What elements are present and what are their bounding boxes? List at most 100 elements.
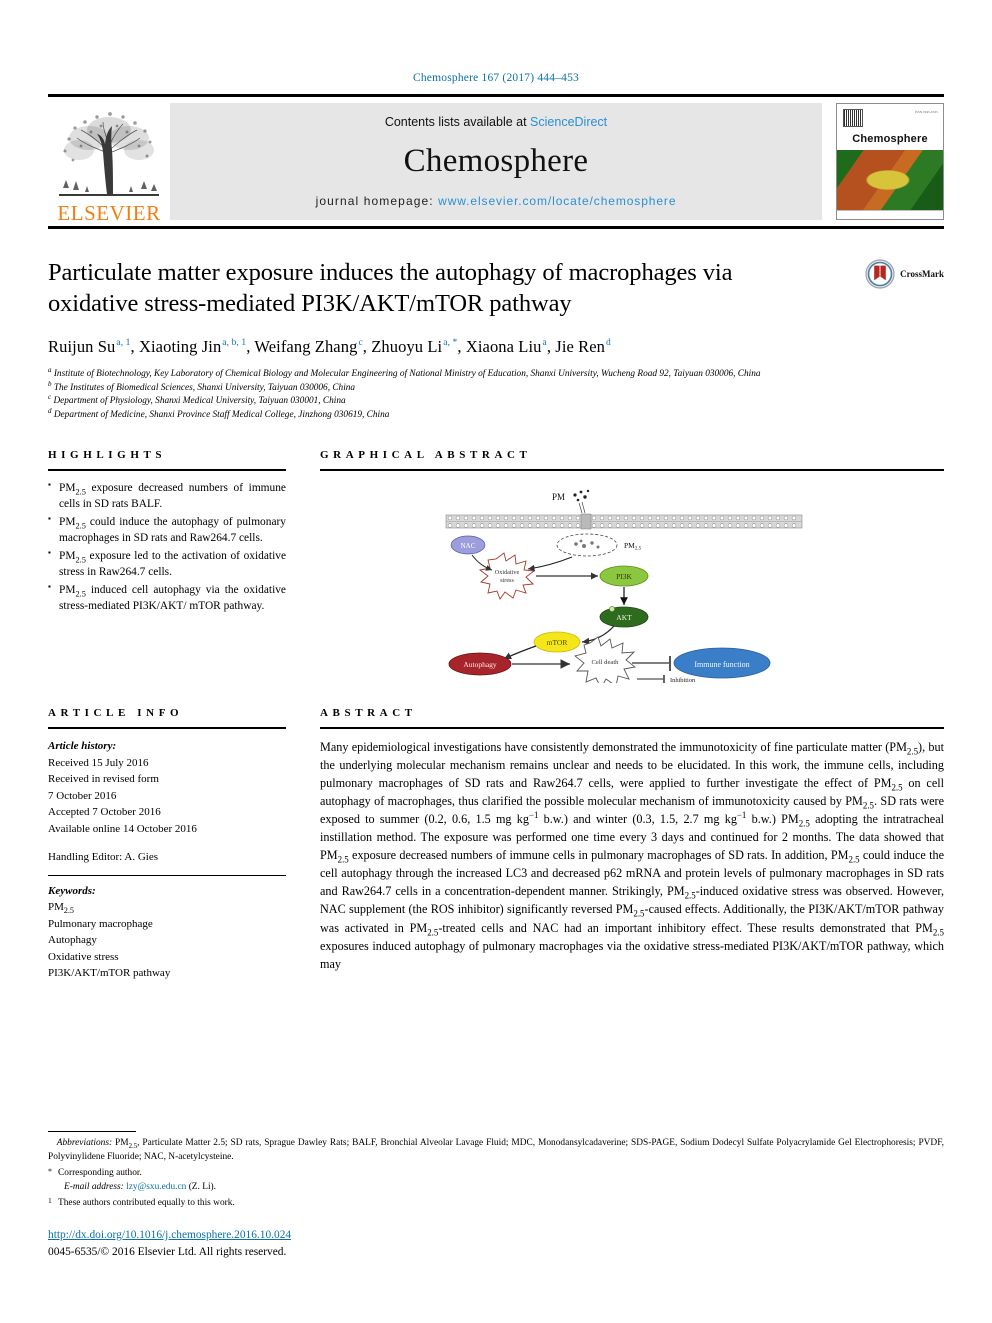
author-marks: a, b, 1 [222,338,247,349]
author-entry: Ruijun Sua, 1 [48,337,131,356]
handling-editor: Handling Editor: A. Gies [48,851,158,864]
cover-bottom-area [837,209,943,219]
email-link[interactable]: lzy@sxu.edu.cn [126,1182,186,1192]
cover-issn-text: ISSN 0045-6535 [914,110,938,114]
author-marks: c [358,338,363,349]
email-label: E-mail address: [64,1182,124,1193]
article-history-label: Article history: [48,740,117,753]
article-info-heading: ARTICLE INFO [48,707,184,720]
crossmark-badge[interactable]: CrossMark [865,259,944,289]
affiliation-item: d Department of Medicine, Shanxi Provinc… [48,406,824,422]
graphical-abstract-figure: PM NAC PM2.5 Oxidative stress PI3K AKT m… [320,480,944,685]
pm25-to-oxidative-arrow [527,556,573,571]
page-title: Particulate matter exposure induces the … [48,259,733,318]
affiliation-item: b The Institutes of Biomedical Sciences,… [48,379,824,395]
affiliation-mark: a [48,366,52,375]
sciencedirect-link[interactable]: ScienceDirect [530,115,607,129]
crossmark-label: CrossMark [900,269,944,279]
corresponding-marker: * [48,1167,52,1177]
article-history-block: Article history: Received 15 July 2016 R… [48,738,286,866]
elsevier-wordmark: ELSEVIER [57,201,161,225]
author-entry: Xiaona Liua [466,337,547,356]
contents-prefix: Contents lists available at [384,115,531,129]
author-marks: a, * [443,338,458,349]
graphical-abstract-heading: GRAPHICAL ABSTRACT [320,449,532,462]
keywords-block: Keywords: PM2.5 Pulmonary macrophage Aut… [48,883,286,982]
pm-particles-icon [573,489,590,501]
abbreviations-label: Abbreviations: [56,1138,113,1149]
author-name: Xiaona Liu [465,336,542,356]
doi-copyright-block: http://dx.doi.org/10.1016/j.chemosphere.… [48,1227,291,1261]
corresponding-text: Corresponding author. [58,1168,142,1179]
mtor-to-autophagy-arrow [503,644,537,660]
equal-contribution-footnote: 1 These authors contributed equally to th… [48,1196,944,1211]
affiliation-list: a Institute of Biotechnology, Key Labora… [48,366,824,422]
journal-title: Chemosphere [403,143,589,179]
journal-homepage-link[interactable]: www.elsevier.com/locate/chemosphere [438,194,676,208]
running-head: Chemosphere 167 (2017) 444–453 [412,72,580,84]
masthead-center-panel: Contents lists available at ScienceDirec… [170,103,822,220]
title-block: Particulate matter exposure induces the … [48,257,944,422]
homepage-prefix: journal homepage: [315,194,439,208]
info-abstract-row: ARTICLE INFO Article history: Received 1… [48,707,944,982]
author-name: Jie Ren [555,336,606,356]
author-entry: Jie Rend [555,337,611,356]
oxidative-stress-label: Oxidative [495,569,520,576]
autophagy-label: Autophagy [463,660,497,669]
equal-marker: 1 [48,1196,52,1206]
akt-label: AKT [616,613,632,622]
cover-barcode-icon [843,109,863,127]
article-info-divider [48,727,286,730]
affiliation-item: a Institute of Biotechnology, Key Labora… [48,366,824,381]
affiliation-mark: d [48,406,52,415]
keyword-item: Pulmonary macrophage [48,917,153,930]
legend-inhibition-label: Inhibition [670,677,696,683]
history-item: Accepted 7 October 2016 [48,806,161,819]
journal-homepage-line: journal homepage: www.elsevier.com/locat… [316,194,677,208]
affiliation-item: c Department of Physiology, Shanxi Medic… [48,393,824,408]
pm25-vesicle-node [556,533,618,556]
email-suffix: (Z. Li). [188,1182,217,1193]
history-item: Received in revised form [48,773,159,786]
author-marks: a [542,338,547,349]
journal-masthead: ELSEVIER Contents lists available at Sci… [48,94,944,229]
cover-top-area: ISSN 0045-6535 Chemosphere [837,104,943,150]
affiliation-text: Institute of Biotechnology, Key Laborato… [53,369,761,380]
keyword-item: Autophagy [48,934,97,947]
article-info-column: ARTICLE INFO Article history: Received 1… [48,707,286,982]
affiliation-text: The Institutes of Biomedical Sciences, S… [53,382,356,393]
crossmark-icon [865,259,895,289]
immune-function-label: Immune function [694,660,749,669]
pi3k-label: PI3K [616,572,632,581]
affiliation-mark: b [48,379,52,388]
equal-text: These authors contributed equally to thi… [58,1198,235,1209]
oxidative-stress-node: Oxidative stress [478,551,536,600]
footnote-block: Abbreviations: PM2.5, Particulate Matter… [48,1131,944,1211]
author-entry: Xiaoting Jina, b, 1 [139,337,246,356]
list-item: PM2.5 could induce the autophagy of pulm… [48,513,286,547]
abstract-text: Many epidemiological investigations have… [320,740,945,971]
svg-text:stress: stress [500,577,514,584]
pathway-diagram: PM NAC PM2.5 Oxidative stress PI3K AKT m… [445,489,803,683]
cover-journal-title: Chemosphere [852,133,928,145]
corresponding-author-footnote: * Corresponding author. [48,1167,944,1181]
highlights-graphical-row: HIGHLIGHTS PM2.5 exposure decreased numb… [48,449,944,685]
highlights-divider [48,469,286,472]
affiliation-mark: c [48,393,52,401]
graphical-abstract-divider [320,469,944,472]
elsevier-logo: ELSEVIER [48,97,170,226]
history-item: Received 15 July 2016 [48,756,149,769]
list-item: PM2.5 exposure led to the activation of … [48,547,286,581]
footnote-rule [48,1131,136,1133]
keywords-label: Keywords: [48,884,96,897]
pm25-vesicle-label: PM2.5 [624,541,642,552]
affiliation-text: Department of Medicine, Shanxi Province … [53,409,390,420]
cell-membrane-icon [445,513,803,529]
keyword-item: PI3K/AKT/mTOR pathway [48,967,171,980]
keywords-divider [48,874,286,876]
history-item: Available online 14 October 2016 [48,822,197,835]
journal-cover-thumbnail: ISSN 0045-6535 Chemosphere [836,103,944,220]
doi-link[interactable]: http://dx.doi.org/10.1016/j.chemosphere.… [48,1227,291,1244]
highlights-list: PM2.5 exposure decreased numbers of immu… [48,479,286,614]
